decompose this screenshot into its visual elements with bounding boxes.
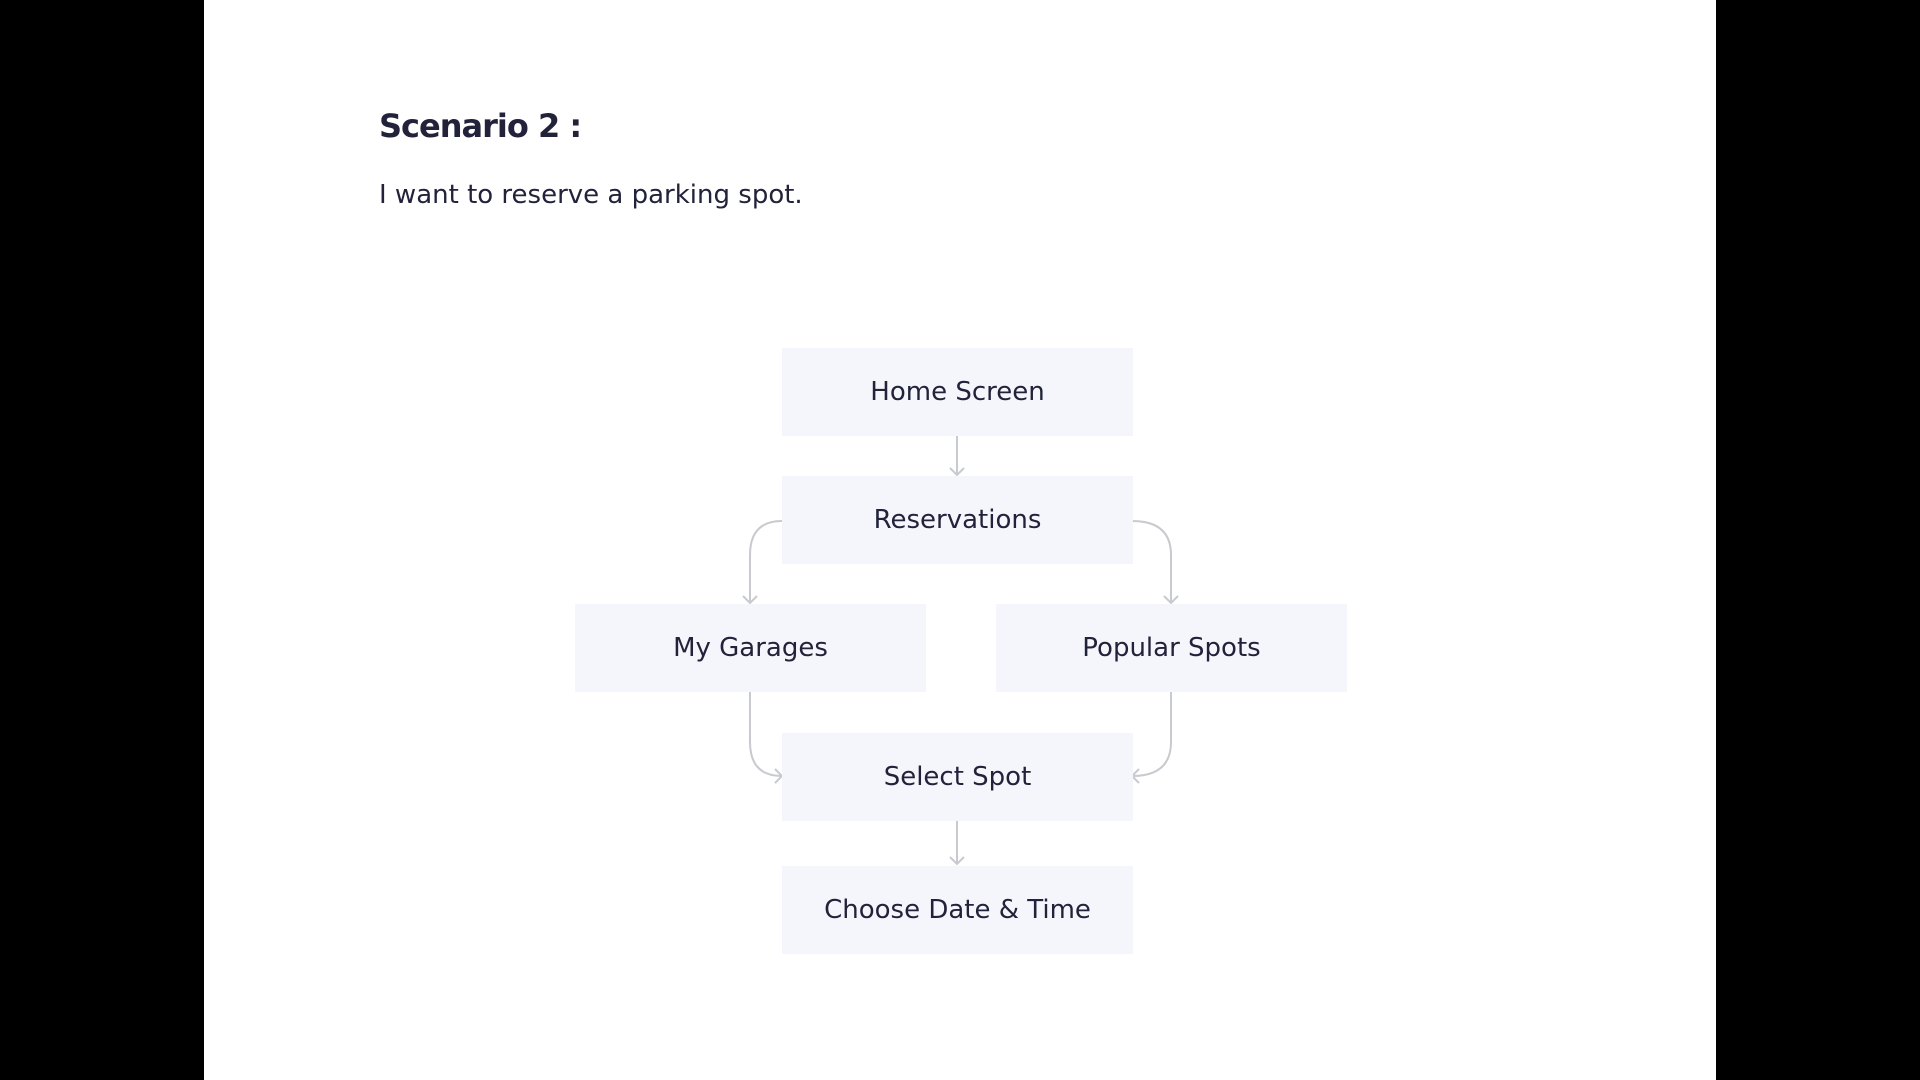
node-popular-spots: Popular Spots [996,604,1347,692]
connector-popular-spots-to-select-spot [1130,692,1172,784]
connector-home-to-reservations [949,436,965,477]
node-home-screen: Home Screen [782,348,1133,436]
slide: Scenario 2 : I want to reserve a parking… [204,0,1716,1080]
connector-my-garages-to-select-spot [749,692,784,784]
node-my-garages: My Garages [575,604,926,692]
connector-reservations-to-my-garages [742,520,783,605]
connector-reservations-to-popular-spots [1131,520,1179,605]
connector-select-spot-to-date-time [949,821,965,866]
node-choose-date-time: Choose Date & Time [782,866,1133,954]
node-reservations: Reservations [782,476,1133,564]
node-select-spot: Select Spot [782,733,1133,821]
